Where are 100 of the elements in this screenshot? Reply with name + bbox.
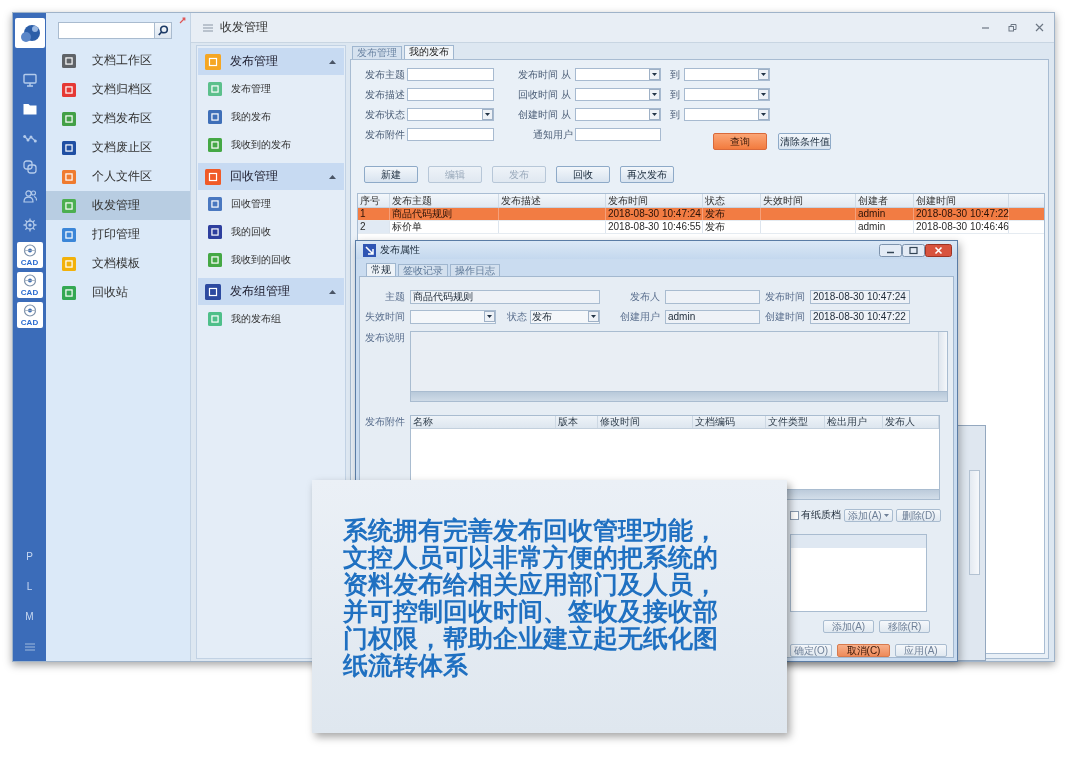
sidebar-item[interactable]: 文档发布区 bbox=[46, 104, 190, 133]
caret-icon[interactable] bbox=[758, 69, 769, 80]
caret-icon[interactable] bbox=[758, 89, 769, 100]
group-header[interactable]: 发布组管理 bbox=[198, 278, 344, 305]
close-icon[interactable] bbox=[1035, 23, 1044, 32]
layers-icon[interactable] bbox=[22, 160, 37, 174]
dropdown-field[interactable] bbox=[684, 68, 770, 81]
caret-icon[interactable] bbox=[329, 174, 336, 179]
dialog-button[interactable]: 应用(A) bbox=[895, 644, 947, 657]
app-shortcut[interactable]: CAD bbox=[16, 302, 43, 328]
search-button[interactable] bbox=[155, 22, 172, 39]
settings-icon[interactable] bbox=[22, 218, 37, 232]
caret-icon[interactable] bbox=[649, 69, 660, 80]
text-field[interactable] bbox=[407, 68, 494, 81]
tab[interactable]: 我的发布 bbox=[404, 45, 454, 59]
sidebar-item[interactable]: 个人文件区 bbox=[46, 162, 190, 191]
caret-icon[interactable] bbox=[329, 59, 336, 64]
scrollbar[interactable] bbox=[938, 332, 947, 391]
filter-button[interactable]: 查询 bbox=[713, 133, 767, 150]
text-field[interactable]: admin bbox=[665, 310, 760, 324]
dialog-button[interactable]: 移除(R) bbox=[879, 620, 930, 633]
sidebar-item[interactable]: 收发管理 bbox=[46, 191, 190, 220]
sidebar-item[interactable]: 文档废止区 bbox=[46, 133, 190, 162]
column-header: 创建者 bbox=[856, 194, 914, 207]
toolbar-button[interactable]: 回收 bbox=[556, 166, 610, 183]
dropdown-field[interactable] bbox=[684, 88, 770, 101]
text-field[interactable]: 商品代码规则 bbox=[410, 290, 600, 304]
tab[interactable]: 常规 bbox=[366, 263, 396, 276]
tab[interactable]: 签收记录 bbox=[398, 264, 448, 276]
text-field[interactable] bbox=[665, 290, 760, 304]
toolbar-button[interactable]: 再次发布 bbox=[620, 166, 674, 183]
group-header[interactable]: 回收管理 bbox=[198, 163, 344, 190]
caret-icon[interactable] bbox=[484, 311, 495, 322]
search-field[interactable] bbox=[58, 22, 155, 39]
sidebar-item[interactable]: 文档工作区 bbox=[46, 46, 190, 75]
dropdown-field[interactable] bbox=[410, 310, 496, 324]
folder-icon[interactable] bbox=[22, 102, 37, 116]
table-row[interactable]: 2 标价单 2018-08-30 10:46:55 发布 admin 2018-08-30 10:46:46 bbox=[358, 221, 1044, 234]
group-header[interactable]: 发布管理 bbox=[198, 48, 344, 75]
scrollbar[interactable] bbox=[969, 470, 980, 575]
sidebar-item[interactable]: 文档模板 bbox=[46, 249, 190, 278]
scrollbar[interactable] bbox=[411, 391, 947, 401]
column-header: 文档编码 bbox=[693, 416, 766, 428]
text-area[interactable] bbox=[410, 331, 948, 402]
text-field[interactable] bbox=[407, 128, 494, 141]
shortcut-link[interactable]: L bbox=[26, 581, 33, 593]
table-cell: 标价单 bbox=[390, 221, 499, 233]
caret-icon[interactable] bbox=[482, 109, 493, 120]
monitor-icon[interactable] bbox=[22, 73, 37, 87]
minimize-icon[interactable] bbox=[879, 243, 902, 257]
dropdown-field[interactable] bbox=[575, 88, 661, 101]
list-box[interactable] bbox=[790, 534, 927, 612]
logo-icon bbox=[14, 18, 45, 48]
text-field[interactable] bbox=[407, 88, 494, 101]
filter-button[interactable]: 清除条件值 bbox=[778, 133, 831, 150]
sidebar-item[interactable]: 文档归档区 bbox=[46, 75, 190, 104]
dialog-button[interactable]: 确定(O) bbox=[790, 644, 832, 657]
checkbox[interactable] bbox=[790, 510, 799, 520]
nav-item[interactable]: 我的发布 bbox=[198, 103, 344, 131]
dropdown-button[interactable]: 添加(A) bbox=[844, 508, 893, 522]
toolbar-button[interactable]: 新建 bbox=[364, 166, 418, 183]
text-field[interactable] bbox=[575, 128, 661, 141]
app-shortcut[interactable]: CAD bbox=[16, 272, 43, 298]
sidebar-item[interactable]: 回收站 bbox=[46, 278, 190, 307]
nav-item[interactable]: 发布管理 bbox=[198, 75, 344, 103]
maximize-icon[interactable] bbox=[902, 243, 925, 257]
table-row[interactable]: 1 商品代码规则 2018-08-30 10:47:24 发布 admin 2018-08-30 10:47:22 bbox=[358, 208, 1044, 221]
text-field[interactable]: 2018-08-30 10:47:22 bbox=[810, 310, 910, 324]
scrollbar[interactable] bbox=[786, 489, 939, 499]
nav-item[interactable]: 我的回收 bbox=[198, 218, 344, 246]
caret-icon[interactable] bbox=[588, 311, 599, 322]
dialog-button[interactable]: 删除(D) bbox=[896, 508, 941, 522]
nav-item[interactable]: 回收管理 bbox=[198, 190, 344, 218]
close-icon[interactable] bbox=[925, 243, 952, 257]
sidebar-item[interactable]: 打印管理 bbox=[46, 220, 190, 249]
tab[interactable]: 操作日志 bbox=[450, 264, 500, 276]
dropdown-field[interactable] bbox=[575, 68, 661, 81]
nav-item[interactable]: 我的发布组 bbox=[198, 305, 344, 333]
caret-icon[interactable] bbox=[649, 109, 660, 120]
caret-icon[interactable] bbox=[758, 109, 769, 120]
caret-icon[interactable] bbox=[329, 289, 336, 294]
nav-item[interactable]: 我收到的发布 bbox=[198, 131, 344, 159]
dropdown-field[interactable] bbox=[407, 108, 494, 121]
dropdown-field[interactable]: 发布 bbox=[530, 310, 600, 324]
app-shortcut[interactable]: CAD bbox=[16, 242, 43, 268]
menu-icon[interactable] bbox=[24, 643, 35, 651]
shortcut-link[interactable]: M bbox=[25, 611, 34, 623]
shortcut-link[interactable]: P bbox=[26, 551, 33, 563]
nav-item[interactable]: 我收到的回收 bbox=[198, 246, 344, 274]
text-field[interactable]: 2018-08-30 10:47:24 bbox=[810, 290, 910, 304]
users-icon[interactable] bbox=[22, 189, 37, 203]
dialog-button[interactable]: 添加(A) bbox=[823, 620, 874, 633]
dialog-button[interactable]: 取消(C) bbox=[837, 644, 890, 657]
table-cell: 2 bbox=[358, 221, 390, 233]
dropdown-field[interactable] bbox=[684, 108, 770, 121]
restore-icon[interactable] bbox=[1008, 23, 1017, 32]
caret-icon[interactable] bbox=[649, 89, 660, 100]
dropdown-field[interactable] bbox=[575, 108, 661, 121]
checkbox-label[interactable]: 有纸质档 bbox=[801, 509, 841, 521]
pin-icon[interactable] bbox=[179, 17, 186, 24]
